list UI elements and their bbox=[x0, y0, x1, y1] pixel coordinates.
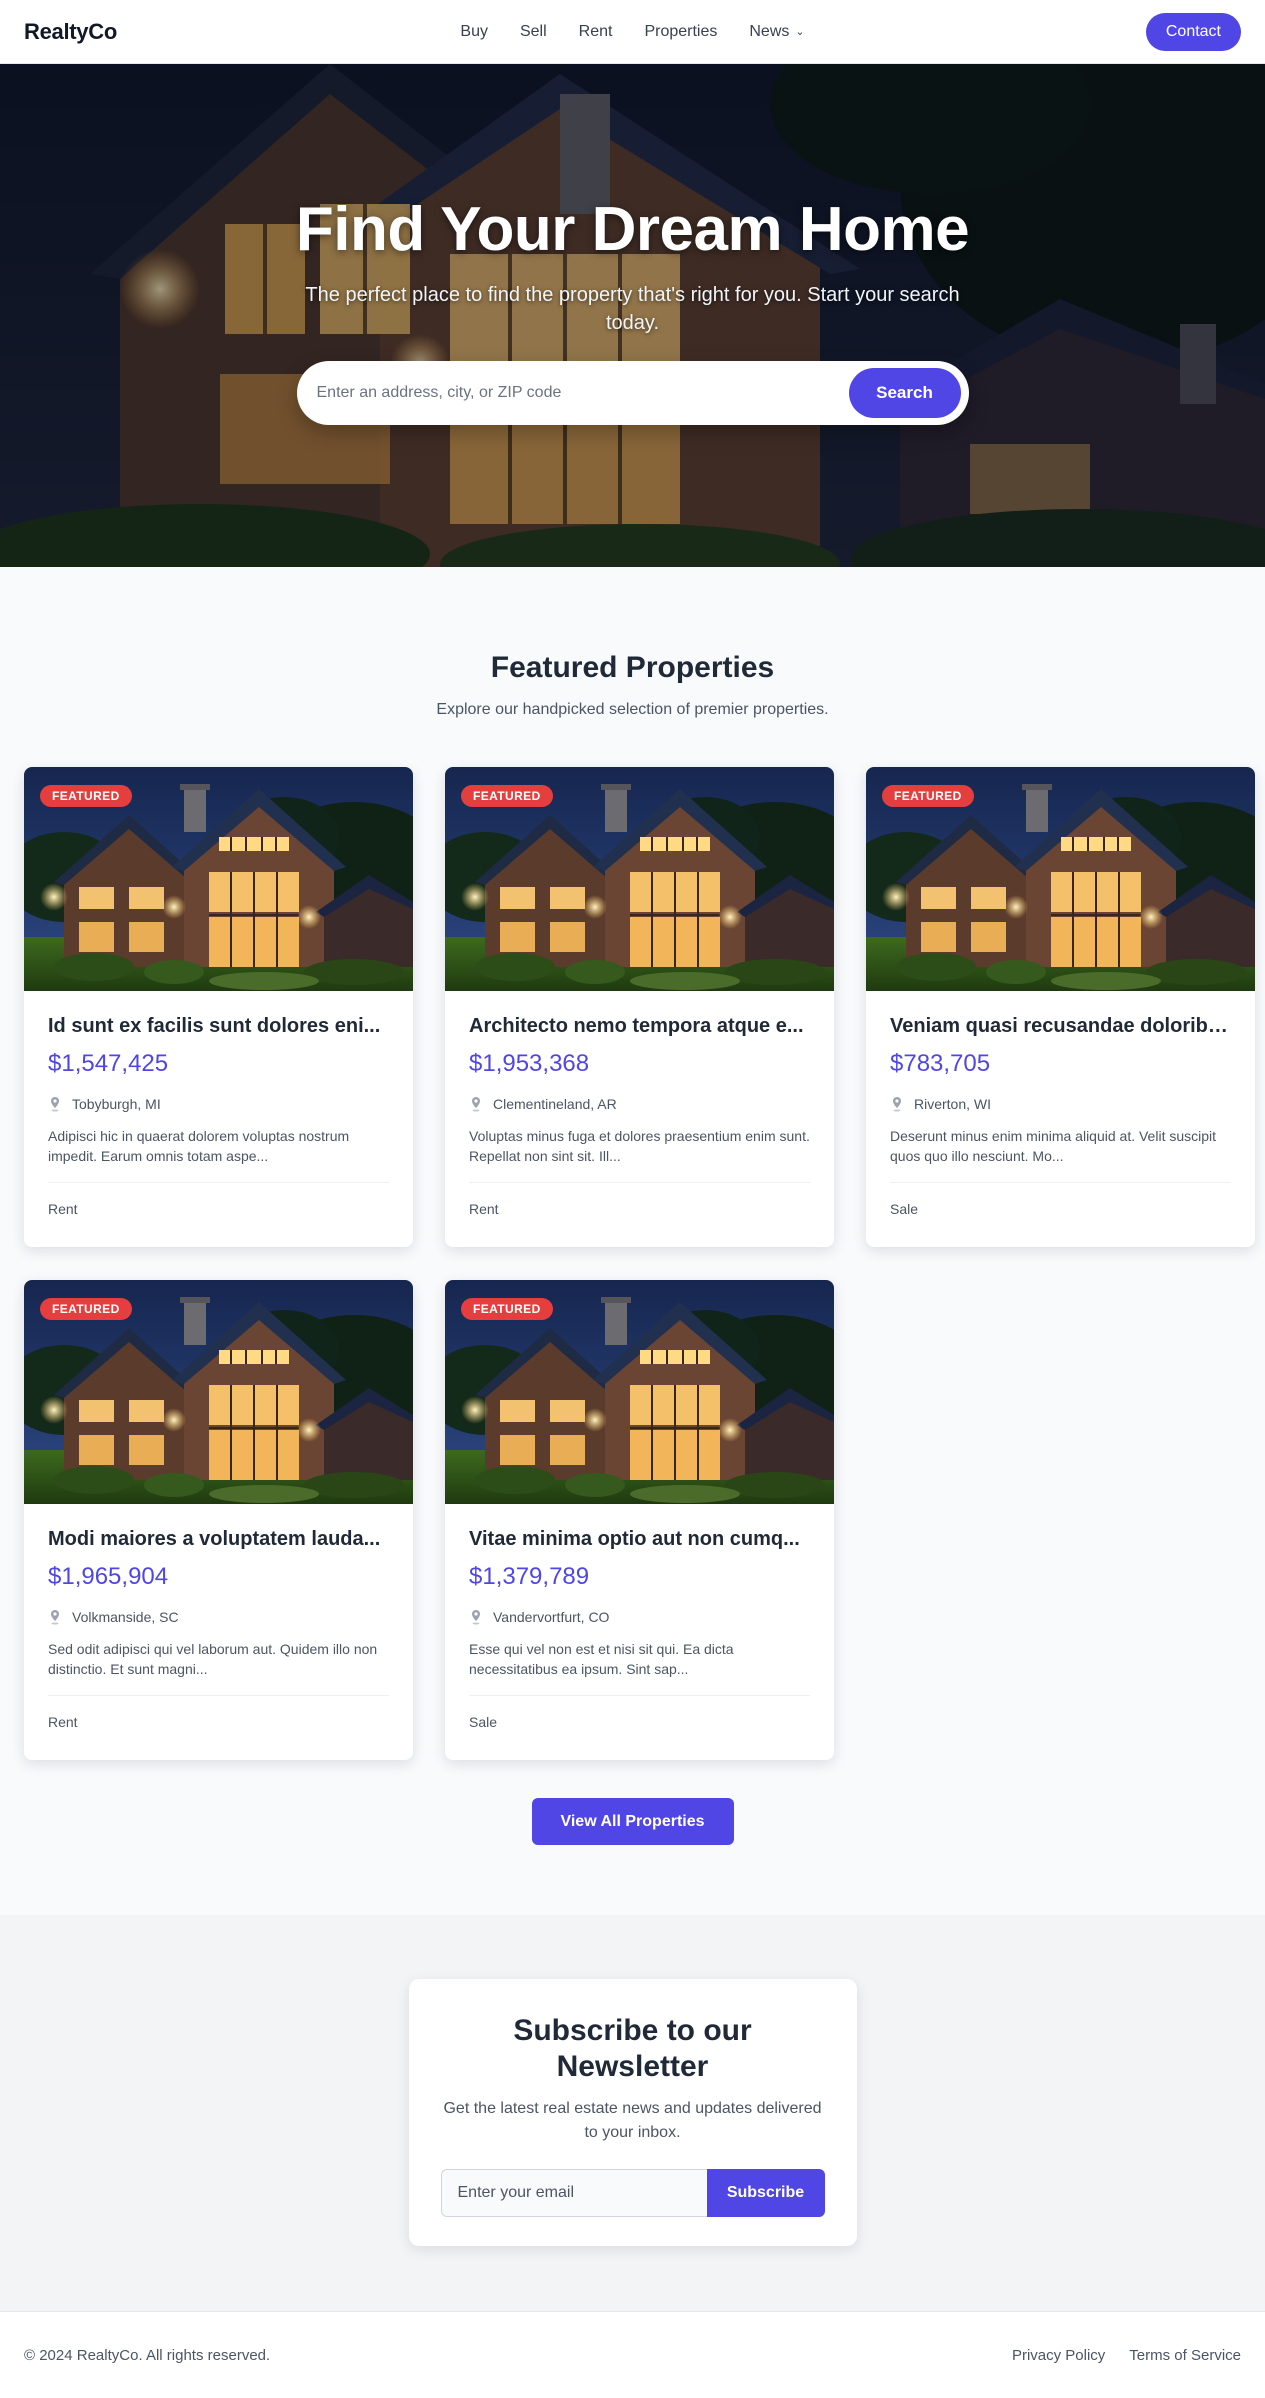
privacy-policy-link[interactable]: Privacy Policy bbox=[1012, 2347, 1105, 2364]
featured-badge: FEATURED bbox=[461, 1298, 553, 1320]
property-location: Tobyburgh, MI bbox=[48, 1096, 389, 1112]
hero-content: Find Your Dream Home The perfect place t… bbox=[0, 194, 1265, 425]
property-image: FEATURED bbox=[866, 767, 1255, 991]
subscribe-button[interactable]: Subscribe bbox=[706, 2169, 825, 2217]
property-card[interactable]: FEATURED Architecto nemo tempora atque e… bbox=[445, 767, 834, 1247]
property-title: Modi maiores a voluptatem lauda... bbox=[48, 1528, 381, 1550]
contact-button[interactable]: Contact bbox=[1145, 12, 1241, 51]
featured-badge: FEATURED bbox=[40, 1298, 132, 1320]
featured-properties-section: Featured Properties Explore our handpick… bbox=[0, 567, 1265, 1915]
property-title: Architecto nemo tempora atque e... bbox=[469, 1015, 804, 1037]
hero-title: Find Your Dream Home bbox=[295, 195, 970, 264]
property-location: Clementineland, AR bbox=[469, 1096, 810, 1112]
map-pin-icon bbox=[472, 1097, 480, 1112]
view-all-properties-button[interactable]: View All Properties bbox=[531, 1798, 734, 1845]
search-button[interactable]: Search bbox=[848, 368, 961, 418]
terms-of-service-link[interactable]: Terms of Service bbox=[1129, 2347, 1241, 2364]
newsletter-title: Subscribe to our Newsletter bbox=[513, 2014, 752, 2083]
brand-logo[interactable]: RealtyCo bbox=[24, 19, 117, 45]
view-all-wrap: View All Properties bbox=[24, 1798, 1241, 1845]
footer: © 2024 RealtyCo. All rights reserved. Pr… bbox=[0, 2311, 1265, 2398]
newsletter-description: Get the latest real estate news and upda… bbox=[443, 2100, 822, 2141]
copyright-text: © 2024 RealtyCo. All rights reserved. bbox=[24, 2346, 271, 2364]
property-type: Rent bbox=[48, 1714, 78, 1730]
property-location-text: Tobyburgh, MI bbox=[72, 1096, 161, 1112]
property-location-text: Clementineland, AR bbox=[493, 1096, 617, 1112]
property-type: Sale bbox=[469, 1714, 498, 1730]
featured-badge: FEATURED bbox=[461, 785, 553, 807]
property-price: $1,379,789 bbox=[469, 1563, 590, 1590]
map-pin-icon bbox=[51, 1097, 59, 1112]
navbar: RealtyCo Buy Sell Rent Properties News ⌄ … bbox=[0, 0, 1265, 64]
property-card[interactable]: FEATURED Veniam quasi recusandae dolorib… bbox=[866, 767, 1255, 1247]
property-price: $1,547,425 bbox=[48, 1050, 169, 1077]
property-price: $1,965,904 bbox=[48, 1563, 169, 1590]
newsletter-section: Subscribe to our Newsletter Get the late… bbox=[0, 1915, 1265, 2311]
property-title: Vitae minima optio aut non cumq... bbox=[469, 1528, 800, 1550]
featured-badge: FEATURED bbox=[882, 785, 974, 807]
property-type: Rent bbox=[48, 1201, 78, 1217]
chevron-down-icon: ⌄ bbox=[795, 25, 805, 38]
nav-link-buy[interactable]: Buy bbox=[460, 23, 488, 41]
property-location-text: Volkmanside, SC bbox=[72, 1609, 179, 1625]
property-location-text: Vandervortfurt, CO bbox=[493, 1609, 610, 1625]
property-type: Rent bbox=[469, 1201, 499, 1217]
property-description: Voluptas minus fuga et dolores praesenti… bbox=[469, 1128, 810, 1165]
property-description: Adipisci hic in quaerat dolorem voluptas… bbox=[48, 1128, 350, 1165]
featured-badge: FEATURED bbox=[40, 785, 132, 807]
property-location: Riverton, WI bbox=[890, 1096, 1231, 1112]
property-description: Deserunt minus enim minima aliquid at. V… bbox=[890, 1128, 1217, 1165]
property-card[interactable]: FEATURED Vitae minima optio aut non cumq… bbox=[445, 1280, 834, 1760]
featured-title: Featured Properties bbox=[490, 651, 775, 684]
property-description: Esse qui vel non est et nisi sit qui. Ea… bbox=[469, 1641, 734, 1678]
property-title: Id sunt ex facilis sunt dolores eni... bbox=[48, 1015, 381, 1037]
property-card[interactable]: FEATURED Modi maiores a voluptatem lauda… bbox=[24, 1280, 413, 1760]
property-card[interactable]: FEATURED Id sunt ex facilis sunt dolores… bbox=[24, 767, 413, 1247]
map-pin-icon bbox=[472, 1610, 480, 1625]
hero-section: Find Your Dream Home The perfect place t… bbox=[0, 64, 1265, 567]
map-pin-icon bbox=[893, 1097, 901, 1112]
property-image: FEATURED bbox=[24, 767, 413, 991]
main-nav: Buy Sell Rent Properties News ⌄ bbox=[460, 23, 804, 41]
hero-subtitle: The perfect place to find the property t… bbox=[305, 284, 960, 334]
property-grid: FEATURED Id sunt ex facilis sunt dolores… bbox=[24, 767, 1255, 1760]
property-price: $1,953,368 bbox=[469, 1050, 590, 1077]
property-title: Veniam quasi recusandae doloribu... bbox=[890, 1015, 1231, 1037]
property-description: Sed odit adipisci qui vel laborum aut. Q… bbox=[48, 1641, 378, 1678]
property-image: FEATURED bbox=[24, 1280, 413, 1504]
nav-link-properties[interactable]: Properties bbox=[644, 23, 717, 41]
property-image: FEATURED bbox=[445, 767, 834, 991]
newsletter-email-input[interactable] bbox=[440, 2169, 707, 2217]
map-pin-icon bbox=[51, 1610, 59, 1625]
address-search-input[interactable] bbox=[316, 384, 849, 402]
featured-subtitle: Explore our handpicked selection of prem… bbox=[436, 701, 829, 718]
newsletter-card: Subscribe to our Newsletter Get the late… bbox=[408, 1979, 857, 2246]
nav-link-rent[interactable]: Rent bbox=[579, 23, 613, 41]
footer-links: Privacy Policy Terms of Service bbox=[1012, 2347, 1241, 2364]
property-location-text: Riverton, WI bbox=[914, 1096, 992, 1112]
property-image: FEATURED bbox=[445, 1280, 834, 1504]
nav-link-news[interactable]: News ⌄ bbox=[749, 23, 804, 41]
newsletter-form: Subscribe bbox=[440, 2169, 825, 2217]
property-location: Volkmanside, SC bbox=[48, 1609, 389, 1625]
nav-link-news-label: News bbox=[749, 22, 790, 40]
property-type: Sale bbox=[890, 1201, 919, 1217]
property-price: $783,705 bbox=[890, 1050, 991, 1077]
nav-link-sell[interactable]: Sell bbox=[520, 23, 547, 41]
hero-search-bar: Search bbox=[296, 361, 969, 425]
property-location: Vandervortfurt, CO bbox=[469, 1609, 810, 1625]
